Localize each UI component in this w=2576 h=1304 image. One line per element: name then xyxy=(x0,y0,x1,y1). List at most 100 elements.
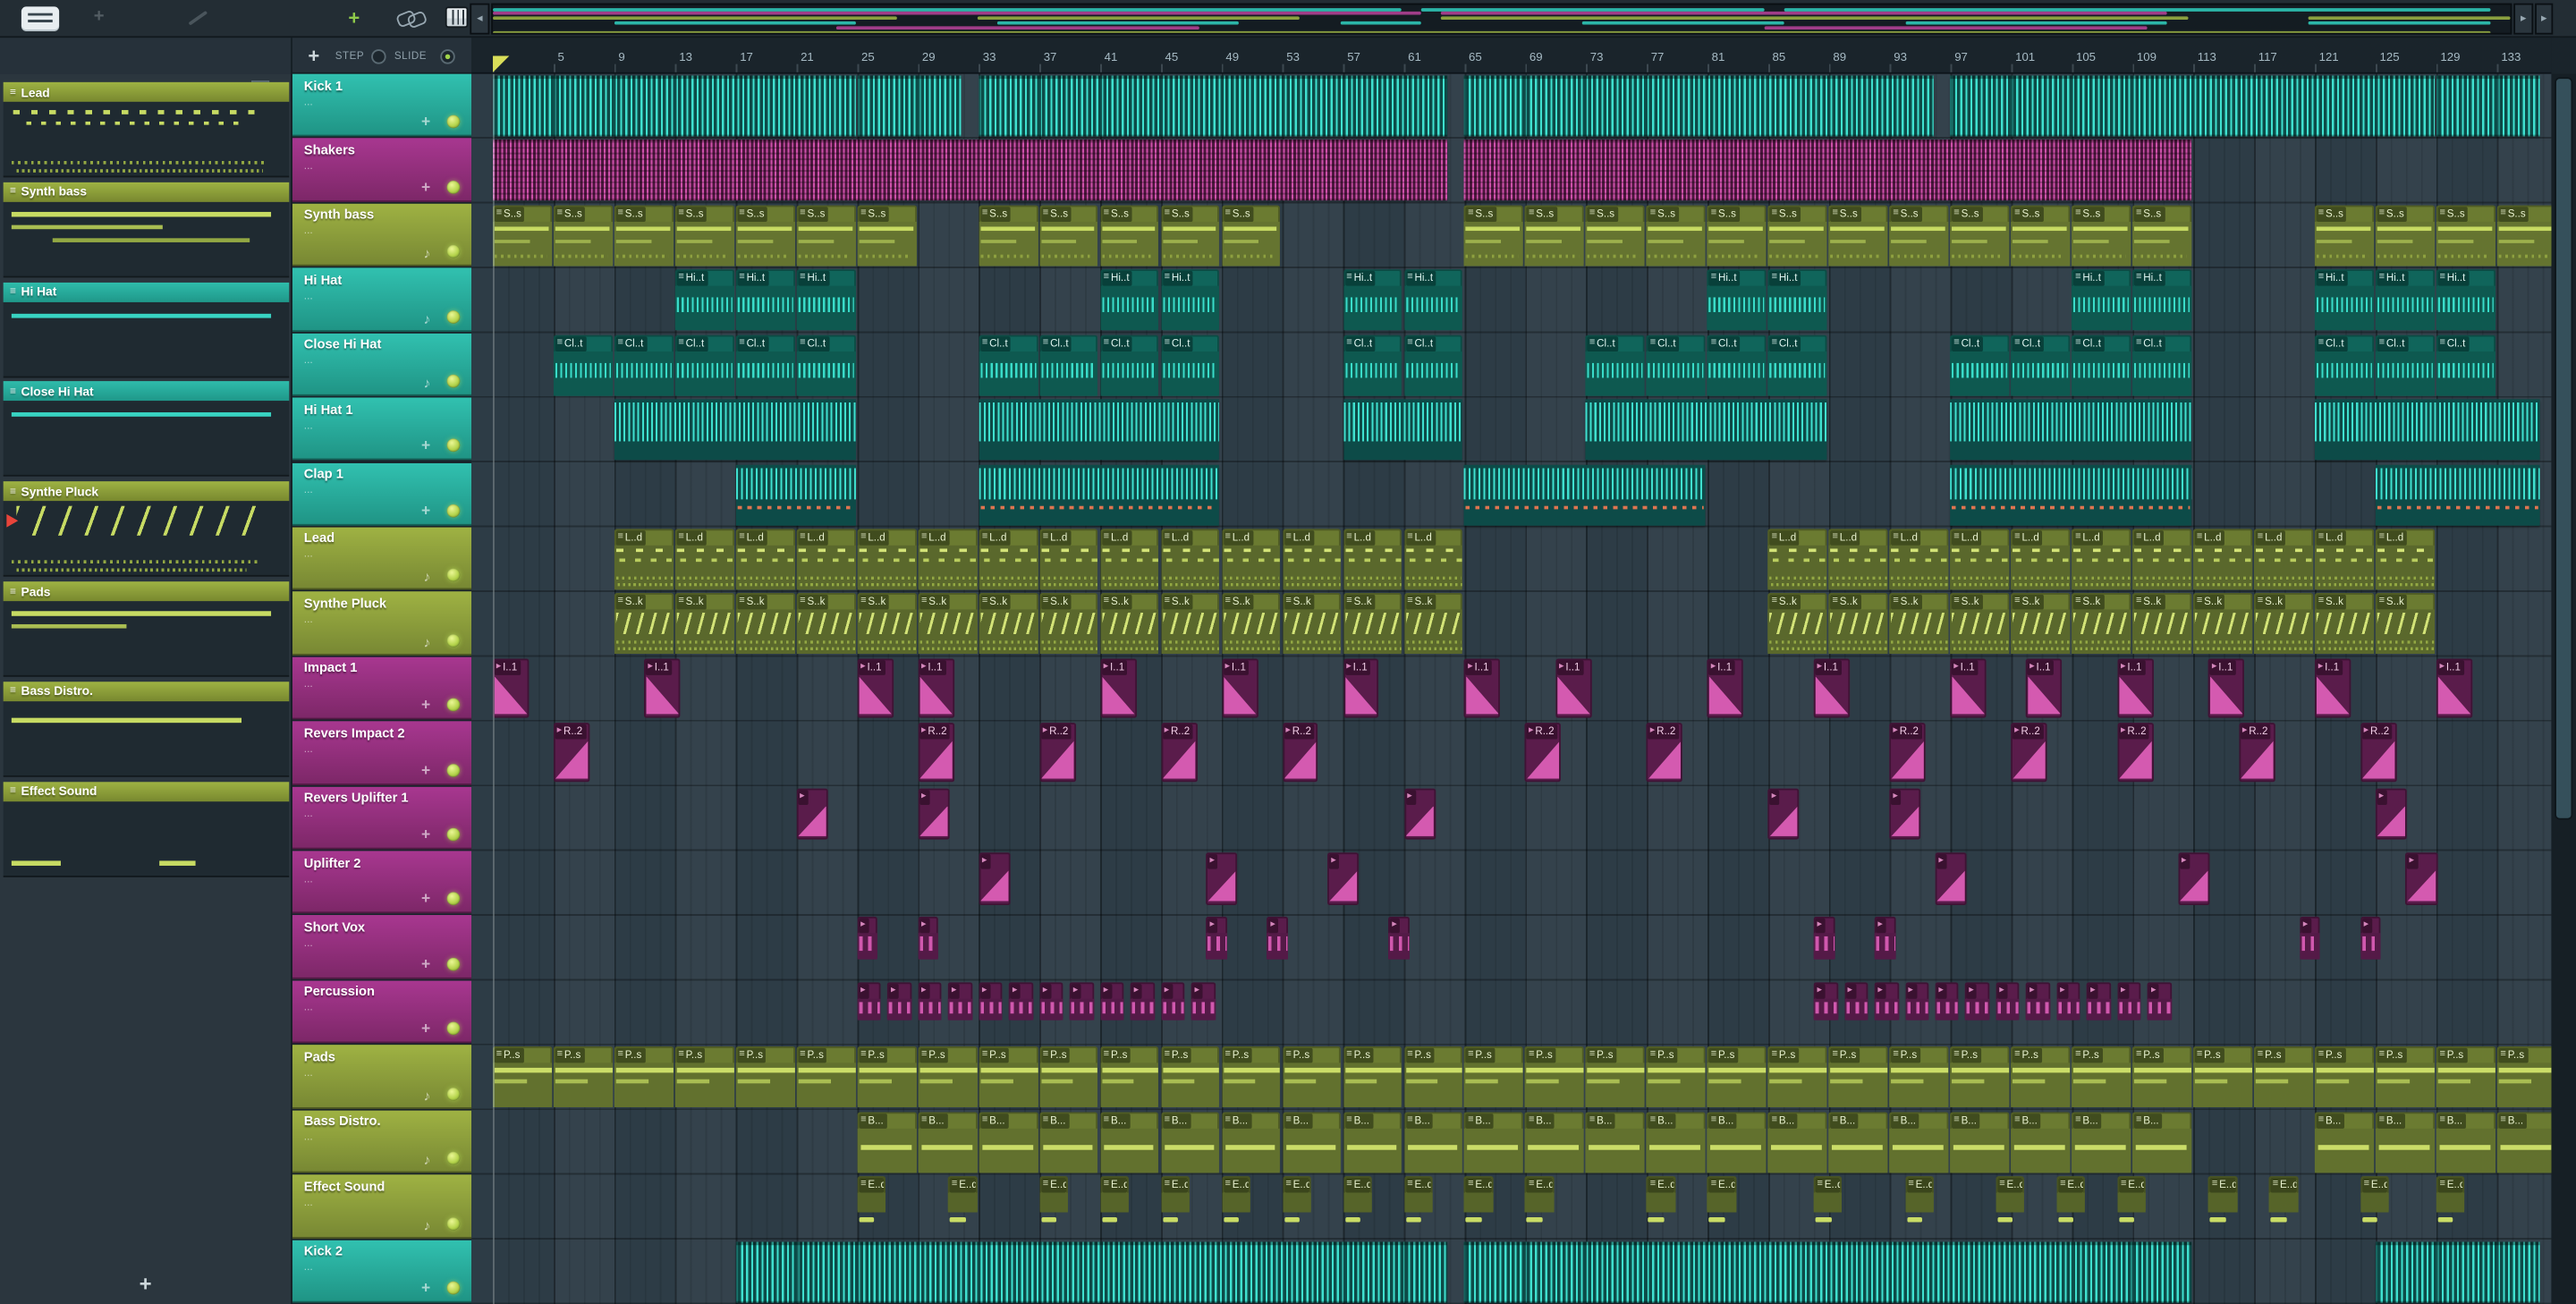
pattern-preview[interactable] xyxy=(3,800,290,877)
track-header-lead[interactable]: Lead... ♪ xyxy=(292,527,472,590)
clip-pluck[interactable]: ≡ S..k xyxy=(1828,593,1888,655)
clip-lead[interactable]: ≡ L..d xyxy=(2193,529,2252,590)
clip-sbass[interactable]: ≡ S..s xyxy=(1039,205,1098,267)
clip-chihat[interactable]: ≡ Cl..t xyxy=(1343,334,1402,396)
clip-chihat[interactable]: ≡ Cl..t xyxy=(1647,334,1706,396)
clip-pluck[interactable]: ≡ S..k xyxy=(1889,593,1949,655)
track-header-clap-1[interactable]: Clap 1... + xyxy=(292,462,472,526)
clip-lead[interactable]: ≡ L..d xyxy=(2072,529,2131,590)
clip-sbass[interactable]: ≡ S..s xyxy=(1950,205,2010,267)
track-header-short-vox[interactable]: Short Vox... + xyxy=(292,915,472,979)
picker-add-button[interactable]: + xyxy=(0,1272,291,1297)
track-header-revers-impact-2[interactable]: Revers Impact 2... + xyxy=(292,721,472,785)
picker-item-effect-sound[interactable]: ≡ Effect Sound xyxy=(3,781,290,877)
clip-chihat[interactable]: ≡ Cl..t xyxy=(2132,334,2192,396)
clip-sbass[interactable]: ≡ S..s xyxy=(979,205,1038,267)
clip-rimpact[interactable]: ▸ R..2 xyxy=(2239,723,2275,783)
picker-item-hi-hat[interactable]: ≡ Hi Hat xyxy=(3,282,290,377)
clip-pads[interactable]: ≡ P..s xyxy=(1586,1046,1645,1108)
clip-chihat[interactable]: ≡ Cl..t xyxy=(2072,334,2131,396)
clip-perc[interactable]: ▸ xyxy=(1843,982,1868,1020)
clip-vox[interactable]: ▸ xyxy=(857,917,878,961)
pattern-preview[interactable] xyxy=(3,601,290,677)
clip-pads[interactable]: ≡ P..s xyxy=(979,1046,1038,1108)
clip-hihat[interactable]: ≡ Hi..t xyxy=(1403,269,1463,331)
clip-sbass[interactable]: ≡ S..s xyxy=(2011,205,2071,267)
clip-pluck[interactable]: ≡ S..k xyxy=(2315,593,2374,655)
play-marker[interactable] xyxy=(493,55,510,72)
track-header-shakers[interactable]: Shakers... + xyxy=(292,139,472,202)
clip-sbass[interactable]: ≡ S..s xyxy=(1767,205,1827,267)
clip-hihat[interactable]: ≡ Hi..t xyxy=(735,269,795,331)
pattern-preview[interactable] xyxy=(3,700,290,777)
clip-clap[interactable] xyxy=(735,463,856,525)
clip-pluck[interactable]: ≡ S..k xyxy=(2375,593,2435,655)
clip-pads[interactable]: ≡ P..s xyxy=(2193,1046,2252,1108)
clip-perc[interactable]: ▸ xyxy=(1965,982,1990,1020)
clip-rimpact[interactable]: ▸ R..2 xyxy=(1282,723,1318,783)
clip-pluck[interactable]: ≡ S..k xyxy=(2072,593,2131,655)
clip-lead[interactable]: ≡ L..d xyxy=(674,529,734,590)
clip-kick[interactable] xyxy=(1464,75,1934,137)
clip-pads[interactable]: ≡ P..s xyxy=(1464,1046,1524,1108)
clip-kick2[interactable] xyxy=(2375,1240,2541,1302)
clip-perc[interactable]: ▸ xyxy=(1874,982,1899,1020)
clip-chihat[interactable]: ≡ Cl..t xyxy=(2011,334,2071,396)
picker-item-lead[interactable]: ≡ Lead xyxy=(3,81,290,178)
clip-pads[interactable]: ≡ P..s xyxy=(918,1046,977,1108)
clip-ruplift[interactable]: ▸ xyxy=(1403,787,1436,840)
track-enable-led[interactable] xyxy=(446,115,461,129)
clip-bass[interactable]: ≡ B... xyxy=(1160,1111,1220,1173)
track-enable-led[interactable] xyxy=(446,1216,461,1230)
clip-chihat[interactable]: ≡ Cl..t xyxy=(674,334,734,396)
clip-impact[interactable]: ▸ I..1 xyxy=(1555,658,1592,718)
clip-lead[interactable]: ≡ L..d xyxy=(2011,529,2071,590)
clip-perc[interactable]: ▸ xyxy=(2117,982,2141,1020)
clip-sbass[interactable]: ≡ S..s xyxy=(674,205,734,267)
clip-sbass[interactable]: ≡ S..s xyxy=(2375,205,2435,267)
clip-hihat[interactable]: ≡ Hi..t xyxy=(1100,269,1159,331)
clip-chihat[interactable]: ≡ Cl..t xyxy=(2315,334,2374,396)
track-header-kick-1[interactable]: Kick 1... + xyxy=(292,73,472,138)
clip-bass[interactable]: ≡ B... xyxy=(2496,1111,2552,1173)
clip-perc[interactable]: ▸ xyxy=(857,982,882,1020)
clip-hihat[interactable]: ≡ Hi..t xyxy=(1343,269,1402,331)
clip-pluck[interactable]: ≡ S..k xyxy=(857,593,917,655)
picker-item-close-hi-hat[interactable]: ≡ Close Hi Hat xyxy=(3,381,290,478)
clip-hihat[interactable]: ≡ Hi..t xyxy=(1707,269,1767,331)
track-enable-led[interactable] xyxy=(446,633,461,648)
clip-perc[interactable]: ▸ xyxy=(1130,982,1155,1020)
clip-pluck[interactable]: ≡ S..k xyxy=(1160,593,1220,655)
clip-chihat[interactable]: ≡ Cl..t xyxy=(796,334,856,396)
clip-impact[interactable]: ▸ I..1 xyxy=(918,658,954,718)
step-toggle[interactable] xyxy=(371,48,386,64)
clip-bass[interactable]: ≡ B... xyxy=(1464,1111,1524,1173)
clip-rimpact[interactable]: ▸ R..2 xyxy=(553,723,590,783)
clip-perc[interactable]: ▸ xyxy=(2026,982,2051,1020)
clip-chihat[interactable]: ≡ Cl..t xyxy=(1403,334,1463,396)
clip-perc[interactable]: ▸ xyxy=(2056,982,2081,1020)
clip-sbass[interactable]: ≡ S..s xyxy=(1525,205,1585,267)
track-header-synthe-pluck[interactable]: Synthe Pluck... ♪ xyxy=(292,591,472,656)
clip-sbass[interactable]: ≡ S..s xyxy=(614,205,674,267)
clip-chihat[interactable]: ≡ Cl..t xyxy=(1160,334,1220,396)
clip-pads[interactable]: ≡ P..s xyxy=(2132,1046,2192,1108)
playlist-grid[interactable]: ≡ S..s ≡ S..s ≡ S..s ≡ S..s ≡ S..s ≡ S..s ≡ S..s ≡ S..s… xyxy=(471,73,2552,1304)
clip-lead[interactable]: ≡ L..d xyxy=(614,529,674,590)
clip-pads[interactable]: ≡ P..s xyxy=(1282,1046,1342,1108)
clip-pluck[interactable]: ≡ S..k xyxy=(1282,593,1342,655)
clip-hihat[interactable]: ≡ Hi..t xyxy=(2072,269,2131,331)
clip-pads[interactable]: ≡ P..s xyxy=(857,1046,917,1108)
clip-lead[interactable]: ≡ L..d xyxy=(918,529,977,590)
add-pattern-button[interactable]: + xyxy=(302,43,326,69)
playlist-window-icon[interactable] xyxy=(21,6,60,31)
track-enable-led[interactable] xyxy=(446,698,461,712)
clip-bass[interactable]: ≡ B... xyxy=(2315,1111,2374,1173)
clip-sbass[interactable]: ≡ S..s xyxy=(2315,205,2374,267)
clip-chihat[interactable]: ≡ Cl..t xyxy=(2436,334,2496,396)
clip-lead[interactable]: ≡ L..d xyxy=(2315,529,2374,590)
clip-impact[interactable]: ▸ I..1 xyxy=(2315,658,2351,718)
clip-bass[interactable]: ≡ B... xyxy=(1525,1111,1585,1173)
clip-bass[interactable]: ≡ B... xyxy=(857,1111,917,1173)
clip-pluck[interactable]: ≡ S..k xyxy=(1221,593,1281,655)
